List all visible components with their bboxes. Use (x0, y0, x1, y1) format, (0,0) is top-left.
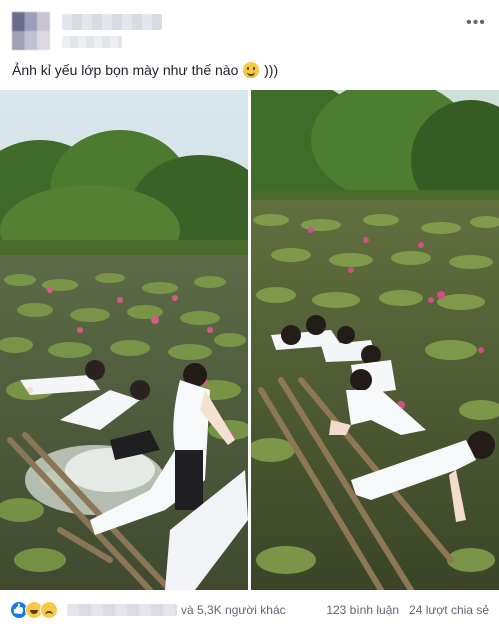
post-footer: và 5,3K người khác 123 bình luận 24 lượt… (10, 598, 489, 622)
post-header: ••• (10, 12, 489, 56)
more-icon: ••• (466, 14, 486, 31)
photo-right-image (251, 90, 499, 590)
smile-emoji-icon (243, 62, 260, 78)
caption-suffix: ))) (264, 62, 279, 78)
avatar[interactable] (12, 12, 50, 50)
photo-grid (0, 90, 499, 590)
sad-reaction-icon (40, 601, 58, 619)
photo-right[interactable] (251, 90, 499, 590)
post-timestamp-redacted[interactable] (62, 36, 122, 48)
post-caption: Ảnh kỉ yếu lớp bọn mày như thế nào ))) (12, 60, 487, 80)
caption-text: Ảnh kỉ yếu lớp bọn mày như thế nào (12, 62, 239, 78)
reactions-count[interactable]: và 5,3K người khác (181, 603, 286, 617)
facebook-post: ••• Ảnh kỉ yếu lớp bọn mày như thế nào )… (0, 0, 499, 632)
photo-left-image (0, 90, 248, 590)
reactor-names-redacted[interactable] (67, 604, 177, 616)
reaction-summary[interactable] (10, 601, 58, 619)
comments-count-link[interactable]: 123 bình luận (326, 603, 399, 617)
more-options-button[interactable]: ••• (465, 14, 487, 32)
author-name-redacted[interactable] (62, 14, 162, 30)
shares-count-link[interactable]: 24 lượt chia sẻ (409, 603, 489, 617)
photo-left[interactable] (0, 90, 248, 590)
